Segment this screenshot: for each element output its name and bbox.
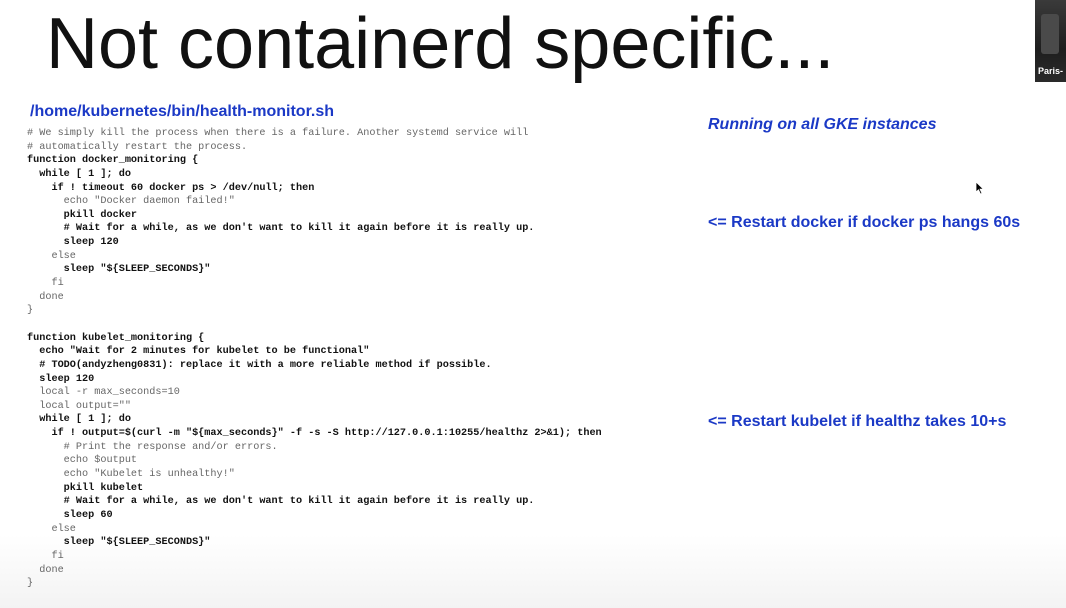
code-line-27: pkill kubelet — [27, 482, 144, 494]
code-line-14: } — [27, 305, 34, 317]
code-line-10: else — [27, 250, 76, 262]
code-line-11: sleep "${SLEEP_SECONDS}" — [27, 264, 211, 276]
code-line-9: sleep 120 — [27, 237, 119, 249]
code-line-29: sleep 60 — [27, 509, 113, 521]
code-line-19: sleep 120 — [27, 373, 95, 385]
code-line-30: else — [27, 523, 76, 535]
code-line-24: # Print the response and/or errors. — [27, 441, 278, 453]
code-line-13: done — [27, 291, 64, 303]
code-line-34: } — [27, 578, 34, 590]
code-line-7: pkill docker — [27, 209, 138, 221]
code-line-31: sleep "${SLEEP_SECONDS}" — [27, 537, 211, 549]
code-line-26: echo "Kubelet is unhealthy!" — [27, 469, 235, 481]
code-block: # We simply kill the process when there … — [27, 127, 687, 591]
code-line-28: # Wait for a while, as we don't want to … — [27, 496, 535, 508]
note-restart-kubelet: <= Restart kubelet if healthz takes 10+s — [708, 413, 1007, 430]
code-line-8: # Wait for a while, as we don't want to … — [27, 223, 535, 235]
code-line-12: fi — [27, 278, 64, 290]
slide-title: Not containerd specific... — [46, 4, 835, 84]
code-line-20: local -r max_seconds=10 — [27, 387, 180, 399]
code-line-18: # TODO(andyzheng0831): replace it with a… — [27, 359, 492, 371]
note-restart-docker: <= Restart docker if docker ps hangs 60s — [708, 214, 1021, 231]
code-line-4: while [ 1 ]; do — [27, 168, 131, 180]
code-line-2: # automatically restart the process. — [27, 141, 248, 153]
code-line-21: local output="" — [27, 400, 131, 412]
code-line-23: if ! output=$(curl -m "${max_seconds}" -… — [27, 428, 602, 440]
participant-silhouette — [1041, 14, 1059, 54]
presentation-slide: Not containerd specific... /home/kuberne… — [0, 0, 1066, 608]
code-line-25: echo $output — [27, 455, 138, 467]
code-line-5: if ! timeout 60 docker ps > /dev/null; t… — [27, 182, 315, 194]
code-line-3: function docker_monitoring { — [27, 155, 199, 167]
mouse-cursor-icon — [975, 181, 985, 195]
code-line-1: # We simply kill the process when there … — [27, 128, 529, 139]
code-line-16: function kubelet_monitoring { — [27, 332, 205, 344]
code-line-32: fi — [27, 550, 64, 562]
code-line-33: done — [27, 564, 64, 576]
participant-name-label: Paris- — [1038, 66, 1064, 76]
code-line-22: while [ 1 ]; do — [27, 414, 131, 426]
participant-video-thumbnail[interactable]: Paris- — [1035, 0, 1066, 82]
code-line-6: echo "Docker daemon failed!" — [27, 196, 235, 208]
note-gke-instances: Running on all GKE instances — [708, 116, 937, 133]
script-file-path: /home/kubernetes/bin/health-monitor.sh — [30, 103, 335, 120]
code-line-17: echo "Wait for 2 minutes for kubelet to … — [27, 346, 370, 358]
